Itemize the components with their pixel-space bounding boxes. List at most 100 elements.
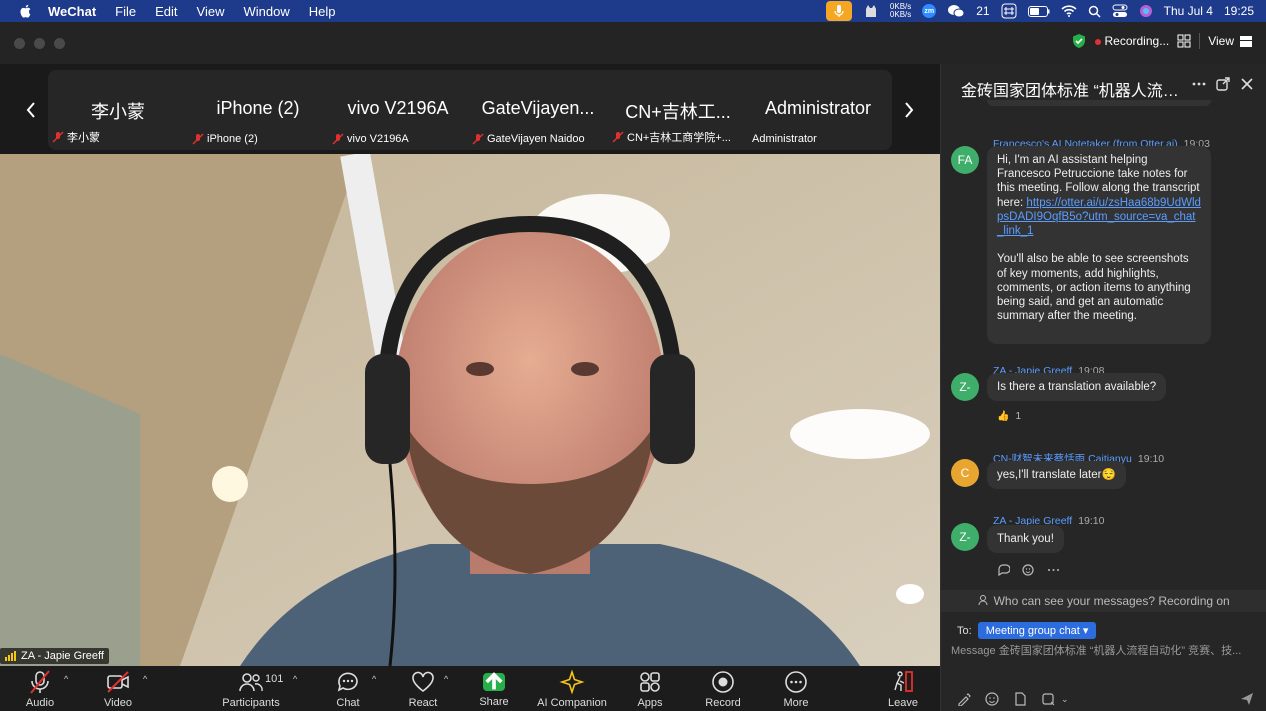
share-button[interactable]: Share (454, 669, 534, 708)
participant-tile[interactable]: vivo V2196A vivo V2196A (328, 70, 468, 150)
menu-window[interactable]: Window (243, 4, 289, 19)
participants-options-caret[interactable]: ^ (293, 674, 297, 684)
zoom-menu-icon[interactable]: zm (922, 4, 937, 18)
menu-date[interactable]: Thu Jul 4 (1164, 4, 1213, 18)
message-visibility-notice[interactable]: Who can see your messages? Recording on (941, 590, 1266, 612)
ai-companion-button[interactable]: AI Companion (532, 669, 612, 709)
menu-file[interactable]: File (115, 4, 136, 19)
minimize-window-button[interactable] (34, 38, 45, 49)
video-options-caret[interactable]: ^ (143, 674, 147, 684)
otter-transcript-link[interactable]: https://otter.ai/u/zsHaa68b9UdWldpsDADI9… (997, 197, 1201, 237)
participant-tile[interactable]: iPhone (2) iPhone (2) (188, 70, 328, 150)
menu-time[interactable]: 19:25 (1224, 4, 1254, 18)
control-center-icon[interactable] (1112, 4, 1128, 18)
message-input[interactable] (951, 642, 1261, 660)
menu-bar: WeChat File Edit View Window Help 0KB/s 0… (0, 0, 1266, 22)
menu-app-name[interactable]: WeChat (48, 4, 96, 19)
previous-message-edge (987, 100, 1211, 106)
mic-muted-icon (30, 670, 50, 694)
wechat-icon[interactable] (947, 4, 965, 18)
sparkle-icon (559, 669, 585, 695)
participant-label: CN+吉林工商学院+... (627, 132, 731, 144)
more-button[interactable]: More (756, 669, 836, 709)
meeting-toolbar: Audio ^ Video ^ Participants 101 ^ Chat … (0, 666, 940, 711)
participant-tile[interactable]: GateVijayen... GateVijayen Naidoo (468, 70, 608, 150)
more-icon[interactable] (1047, 563, 1060, 576)
reaction-thumbs-up[interactable]: 👍 1 (997, 411, 1021, 422)
format-text-icon[interactable] (957, 692, 971, 706)
participant-tile[interactable]: Administrator Administrator (748, 70, 888, 150)
avatar: C (951, 459, 979, 487)
participant-display-name: CN+吉林工... (625, 102, 731, 122)
apps-button[interactable]: Apps (610, 669, 690, 709)
video-area: 李小蒙 李小蒙 iPhone (2) iPhone (2) vivo V2196… (0, 64, 940, 666)
recipient-selector[interactable]: Meeting group chat ▾ (977, 622, 1097, 639)
network-speed: 0KB/s 0KB/s (889, 2, 912, 19)
recipient-row: To: Meeting group chat ▾ (957, 622, 1097, 639)
cat-app-icon[interactable] (863, 3, 879, 19)
leave-button[interactable]: Leave (863, 669, 943, 709)
chevron-left-icon[interactable] (24, 100, 38, 120)
heart-icon (412, 671, 434, 692)
active-speaker-video[interactable] (0, 154, 940, 666)
chat-bubble-icon (337, 672, 358, 692)
mic-muted-icon (612, 131, 624, 143)
menu-edit[interactable]: Edit (155, 4, 177, 19)
speaker-video-frame (0, 154, 940, 666)
zoom-window-button[interactable] (54, 38, 65, 49)
message-bubble: yes,I'll translate later😌 (987, 461, 1126, 490)
audio-options-caret[interactable]: ^ (64, 674, 68, 684)
siri-icon[interactable] (1139, 4, 1153, 18)
apple-icon[interactable] (18, 3, 34, 19)
react-button[interactable]: React (383, 669, 463, 709)
avatar: Z- (951, 523, 979, 551)
participant-label: 李小蒙 (67, 132, 100, 144)
record-button[interactable]: Record (683, 669, 763, 709)
close-window-button[interactable] (14, 38, 25, 49)
mic-muted-icon (332, 133, 344, 145)
signal-bars-icon (5, 651, 16, 661)
grid-icon[interactable] (1177, 34, 1191, 48)
speaker-name-tag: ZA - Japie Greeff (0, 648, 109, 664)
more-options-icon[interactable] (1191, 76, 1207, 92)
participant-display-name: 李小蒙 (91, 102, 145, 122)
mic-muted-icon (472, 133, 484, 145)
menu-help[interactable]: Help (309, 4, 336, 19)
battery-icon[interactable] (1027, 5, 1050, 17)
input-method-icon[interactable] (1001, 3, 1017, 19)
screenshot-icon[interactable] (1041, 692, 1055, 706)
add-reaction-icon[interactable] (1022, 563, 1035, 576)
reply-icon[interactable] (997, 563, 1010, 576)
file-icon[interactable] (1013, 692, 1027, 706)
wechat-unread-count: 21 (976, 4, 990, 18)
spotlight-search-icon[interactable] (1088, 5, 1101, 18)
message-bubble: Thank you! (987, 525, 1064, 554)
shield-icon[interactable] (1071, 33, 1087, 49)
video-off-icon (107, 671, 129, 693)
message-actions (997, 563, 1060, 576)
person-lock-icon (978, 595, 988, 606)
chat-options-caret[interactable]: ^ (372, 674, 376, 684)
menu-view[interactable]: View (197, 4, 225, 19)
mic-in-use-indicator[interactable] (825, 1, 852, 21)
participant-display-name: GateVijayen... (481, 98, 595, 118)
pop-out-icon[interactable] (1215, 76, 1231, 92)
recording-indicator[interactable]: Recording... (1094, 34, 1169, 48)
view-button[interactable]: View (1208, 34, 1252, 48)
leave-door-icon (894, 671, 913, 692)
wifi-icon[interactable] (1061, 5, 1077, 17)
message-toolbar: ⌄ (957, 692, 1069, 706)
chevron-down-icon[interactable]: ⌄ (1061, 694, 1069, 705)
react-options-caret[interactable]: ^ (444, 674, 448, 684)
send-icon[interactable] (1240, 692, 1254, 706)
participant-label: iPhone (2) (207, 133, 258, 145)
participant-tile[interactable]: 李小蒙 李小蒙 (48, 70, 188, 150)
avatar: FA (951, 146, 979, 174)
participant-tile[interactable]: CN+吉林工... CN+吉林工商学院+... (608, 70, 748, 150)
participant-label: vivo V2196A (347, 133, 409, 145)
participant-display-name: iPhone (2) (216, 98, 300, 118)
view-layout-icon (1240, 35, 1252, 47)
close-icon[interactable] (1239, 76, 1255, 92)
chevron-right-icon[interactable] (902, 100, 916, 120)
emoji-icon[interactable] (985, 692, 999, 706)
